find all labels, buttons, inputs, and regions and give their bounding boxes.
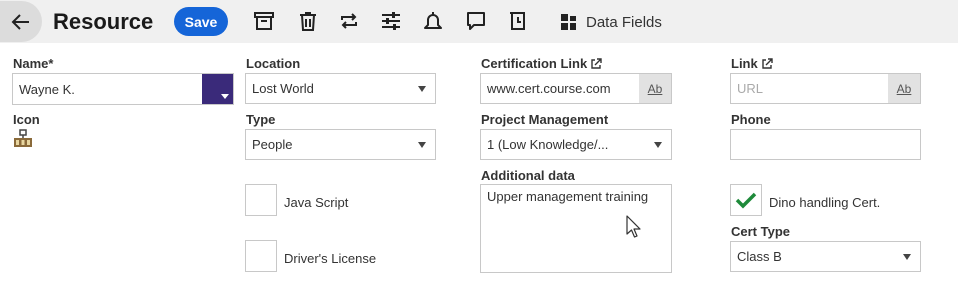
ab-button[interactable]: Ab <box>639 74 671 103</box>
certification-link-field[interactable]: www.cert.course.com Ab <box>480 73 672 104</box>
dino-handling-label: Dino handling Cert. <box>769 195 881 210</box>
comment-icon[interactable] <box>464 9 488 33</box>
repeat-icon[interactable] <box>337 9 361 33</box>
name-label: Name* <box>13 56 54 71</box>
drivers-license-label: Driver's License <box>284 251 377 266</box>
arrow-left-icon <box>11 13 29 30</box>
phone-label: Phone <box>731 112 771 127</box>
name-value: Wayne K. <box>19 81 75 97</box>
cert-type-select[interactable]: Class B <box>730 241 921 272</box>
additional-data-label: Additional data <box>481 168 575 183</box>
external-link-icon[interactable] <box>761 58 773 70</box>
certification-link-label-text: Certification Link <box>481 56 588 71</box>
java-script-label: Java Script <box>284 195 349 210</box>
data-fields-label: Data Fields <box>586 13 662 31</box>
cert-type-label: Cert Type <box>731 224 790 239</box>
dropdown-caret-icon <box>654 141 662 148</box>
certification-link-label: Certification Link <box>481 56 602 72</box>
type-select[interactable]: People <box>245 129 436 160</box>
location-value: Lost World <box>252 81 314 96</box>
checkmark-icon <box>735 192 757 209</box>
clock-history-icon[interactable] <box>506 9 530 33</box>
certification-link-value: www.cert.course.com <box>487 81 611 96</box>
save-button[interactable]: Save <box>174 7 228 36</box>
trash-icon[interactable] <box>296 9 320 33</box>
java-script-checkbox[interactable] <box>245 184 277 216</box>
cert-type-value: Class B <box>737 249 782 264</box>
grid-icon <box>561 14 576 30</box>
dropdown-caret-icon <box>418 141 426 148</box>
link-placeholder: URL <box>737 81 764 96</box>
dropdown-caret-icon <box>903 253 911 260</box>
type-value: People <box>252 137 293 152</box>
bell-icon[interactable] <box>421 9 445 33</box>
project-management-label: Project Management <box>481 112 609 127</box>
resource-icon[interactable] <box>13 129 33 149</box>
location-label: Location <box>246 56 301 71</box>
drivers-license-checkbox[interactable] <box>245 240 277 272</box>
external-link-icon[interactable] <box>590 58 602 70</box>
back-button[interactable] <box>0 1 42 42</box>
location-select[interactable]: Lost World <box>245 73 436 104</box>
dropdown-caret-icon <box>418 85 426 92</box>
color-swatch[interactable] <box>202 74 233 104</box>
icon-label: Icon <box>13 112 40 127</box>
type-label: Type <box>246 112 276 127</box>
link-field[interactable]: URL Ab <box>730 73 921 104</box>
name-field[interactable]: Wayne K. <box>12 73 234 105</box>
dino-handling-checkbox[interactable] <box>730 184 762 216</box>
project-management-select[interactable]: 1 (Low Knowledge/... <box>480 129 672 160</box>
link-label-text: Link <box>731 56 758 71</box>
archive-icon[interactable] <box>252 9 276 33</box>
toolbar: Resource Save Data Fields <box>0 0 958 43</box>
corner-caret-icon <box>221 94 229 99</box>
page-title: Resource <box>53 9 154 34</box>
phone-field[interactable] <box>730 129 921 160</box>
project-management-value: 1 (Low Knowledge/... <box>487 137 609 152</box>
mouse-cursor-icon <box>626 215 641 238</box>
data-fields-button[interactable]: Data Fields <box>560 10 662 34</box>
ab-button[interactable]: Ab <box>888 74 920 103</box>
sliders-icon[interactable] <box>379 9 403 33</box>
link-label: Link <box>731 56 773 72</box>
